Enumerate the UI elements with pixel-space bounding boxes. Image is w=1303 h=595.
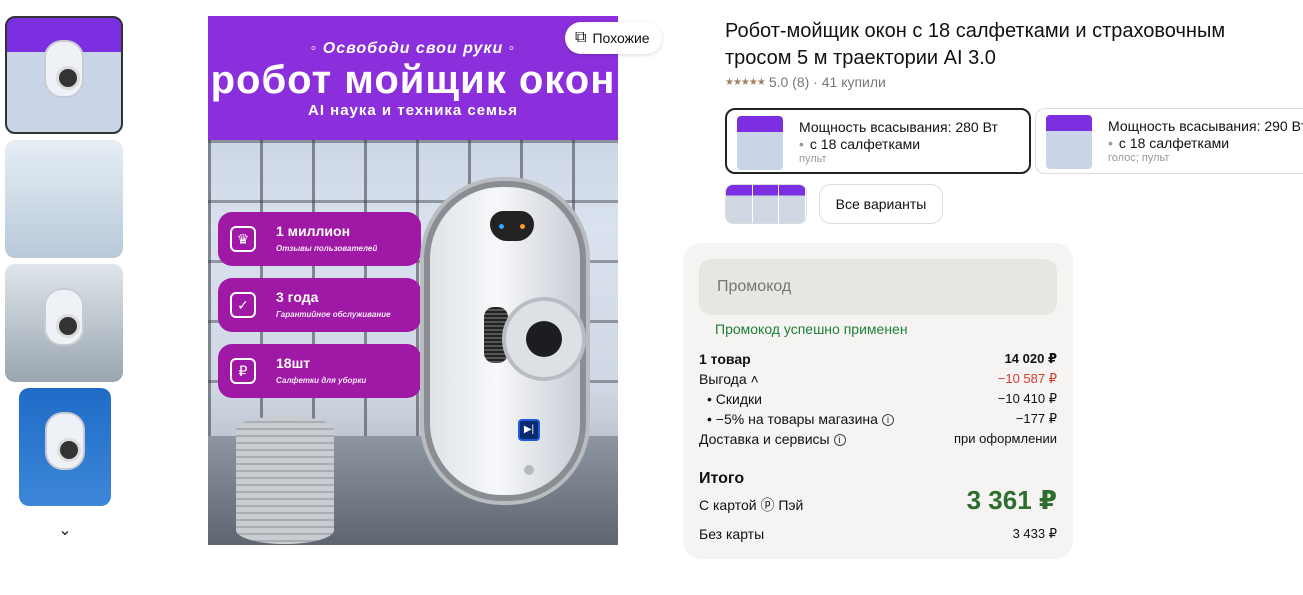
variant-wipes: • с 18 салфетками — [799, 136, 920, 152]
benefit-value: −10 587 ₽ — [997, 371, 1057, 386]
variant-thumbnail — [1046, 115, 1092, 169]
variant-swatches[interactable] — [725, 184, 807, 224]
gallery-thumbnail[interactable] — [5, 140, 123, 258]
piggy-bank-icon: ₽ — [230, 358, 256, 384]
hero-banner: ◦ Освободи свои руки ◦ робот мойщик окон… — [208, 16, 618, 140]
variant-swatch[interactable] — [779, 185, 806, 223]
all-variants-button[interactable]: Все варианты — [819, 184, 943, 224]
rating-row[interactable]: ★★★★★ 5.0 (8) · 41 купили — [725, 74, 886, 90]
store-discount-label-wrap: • −5% на товары магазина i — [699, 411, 894, 427]
badge-subtitle: Отзывы пользователей — [276, 244, 378, 253]
gallery-thumbnail[interactable] — [5, 16, 123, 134]
promo-status: Промокод успешно применен — [715, 321, 908, 337]
similar-products-button[interactable]: ⧉ Похожие — [565, 22, 662, 54]
store-discount-value: −177 ₽ — [1015, 411, 1057, 426]
robot-power-button: ▶| — [518, 419, 540, 441]
robot-thumbnail-image — [44, 288, 84, 347]
robot-sensor — [490, 211, 534, 241]
robot-thumbnail-image — [44, 40, 84, 99]
variant-swatch[interactable] — [752, 185, 780, 223]
product-title: Робот-мойщик окон с 18 салфетками и стра… — [725, 20, 1226, 69]
variant-option[interactable]: Мощность всасывания: 290 Вт • с 18 салфет… — [1035, 108, 1303, 174]
variant-option[interactable]: Мощность всасывания: 280 Вт • с 18 салфет… — [725, 108, 1031, 174]
no-card-price: 3 433 ₽ — [1012, 526, 1057, 541]
delivery-value: при оформлении — [954, 431, 1057, 446]
hero-kicker: ◦ Освободи свои руки ◦ — [310, 40, 516, 57]
crown-icon: ♛ — [230, 226, 256, 252]
similar-label: Похожие — [592, 30, 650, 46]
variant-wipes-text: с 18 салфетками — [809, 136, 921, 152]
feature-badge: ♛ 1 миллион Отзывы пользователей — [218, 212, 421, 266]
discounts-label: • Скидки — [707, 391, 762, 407]
variant-wipes: • с 18 салфетками — [1108, 135, 1229, 151]
feature-badge: ₽ 18шт Салфетки для уборки — [218, 344, 421, 398]
variant-power: Мощность всасывания: 290 Вт — [1108, 118, 1303, 134]
gallery-thumbnail[interactable] — [5, 264, 123, 382]
gallery-thumbnail[interactable] — [19, 388, 111, 506]
shield-check-icon: ✓ — [230, 292, 256, 318]
badge-subtitle: Салфетки для уборки — [276, 376, 367, 385]
variant-thumbnail — [737, 116, 783, 170]
card-price-label: С картой ⓟ Пэй — [699, 497, 804, 513]
robot-indicator — [524, 465, 534, 475]
variant-power: Мощность всасывания: 280 Вт — [799, 119, 998, 135]
info-icon[interactable]: i — [833, 434, 846, 446]
delivery-label-wrap: Доставка и сервисы i — [699, 431, 846, 447]
robot-image: ▶| — [424, 181, 586, 501]
bullet-icon: • — [799, 136, 804, 152]
discounts-row: • Скидки −10 410 ₽ — [699, 391, 1057, 407]
benefit-row[interactable]: Выгода ˄ −10 587 ₽ — [699, 371, 1057, 387]
gallery-thumbnails — [5, 16, 125, 512]
checkout-card: Промокод успешно применен 1 товар 14 020… — [683, 243, 1073, 559]
variant-control: голос; пульт — [1108, 152, 1170, 164]
items-row: 1 товар 14 020 ₽ — [699, 351, 1057, 367]
promo-code-input[interactable] — [699, 259, 1057, 315]
rating-text: 5.0 (8) · 41 купили — [768, 74, 886, 90]
variant-control: пульт — [799, 153, 827, 165]
image-search-icon: ⧉ — [575, 29, 587, 46]
store-discount-label: • −5% на товары магазина — [707, 411, 878, 427]
main-product-image[interactable]: ◦ Освободи свои руки ◦ робот мойщик окон… — [208, 16, 618, 545]
variant-swatch[interactable] — [726, 185, 753, 223]
chevron-down-icon[interactable]: ⌄ — [56, 520, 74, 539]
items-label: 1 товар — [699, 351, 751, 367]
feature-badge: ✓ 3 года Гарантийное обслуживание — [218, 278, 421, 332]
store-discount-row: • −5% на товары магазина i −177 ₽ — [699, 411, 1057, 427]
benefit-label: Выгода ˄ — [699, 371, 759, 387]
card-price: 3 361 ₽ — [966, 485, 1057, 515]
no-card-price-label: Без карты — [699, 526, 765, 542]
cleaning-wipes-stack — [236, 416, 334, 544]
total-label: Итого — [699, 470, 745, 487]
variant-wipes-text: с 18 салфетками — [1118, 135, 1230, 151]
robot-wheel — [502, 297, 586, 381]
robot-thumbnail-image — [45, 412, 85, 471]
hero-title: робот мойщик окон — [210, 58, 616, 102]
delivery-label: Доставка и сервисы — [699, 431, 830, 447]
hero-subtitle: AI наука и техника семья — [307, 102, 518, 119]
info-icon[interactable]: i — [881, 414, 894, 426]
badge-title: 1 миллион — [276, 223, 351, 239]
delivery-row: Доставка и сервисы i при оформлении — [699, 431, 1057, 447]
items-value: 14 020 ₽ — [1004, 351, 1057, 366]
badge-subtitle: Гарантийное обслуживание — [276, 310, 391, 319]
badge-title: 18шт — [276, 355, 311, 371]
discounts-value: −10 410 ₽ — [997, 391, 1057, 406]
bullet-icon: • — [1108, 135, 1113, 151]
rating-stars-icon: ★★★★★ — [725, 76, 766, 88]
badge-title: 3 года — [276, 289, 319, 305]
